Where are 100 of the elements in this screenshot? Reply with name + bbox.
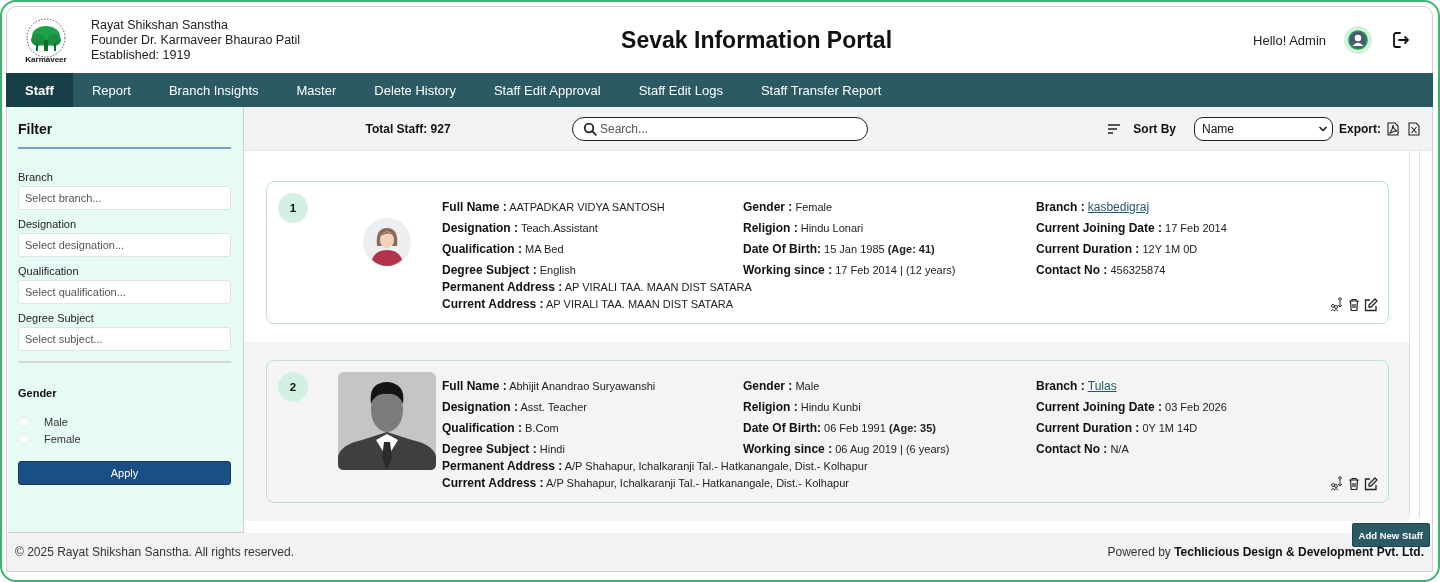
nav-tab[interactable]: Branch Insights — [149, 73, 278, 107]
field-label: Qualification : — [442, 421, 522, 435]
field-label: Branch : — [1036, 379, 1085, 393]
trash-icon[interactable] — [1348, 476, 1360, 491]
people-arrow-icon[interactable] — [1330, 476, 1344, 491]
field-value: Teach.Assistant — [520, 222, 598, 234]
field-value: Asst. Teacher — [520, 401, 587, 413]
field-label: Religion : — [743, 400, 798, 414]
field-label: Contact No : — [1036, 263, 1108, 277]
chevron-down-icon — [1318, 124, 1328, 133]
field-value: 12Y 1M 0D — [1142, 243, 1198, 255]
field-value: Female — [795, 201, 833, 213]
add-new-staff-button[interactable]: Add New Staff — [1351, 523, 1430, 547]
edit-icon[interactable] — [1364, 297, 1378, 312]
field-label: Branch — [18, 171, 54, 183]
gender-label: Gender — [18, 387, 58, 399]
field-label: Degree Subject : — [442, 263, 537, 277]
select-field[interactable]: Select branch... — [18, 186, 231, 210]
serial-number: 2 — [278, 372, 308, 402]
user-avatar-icon[interactable] — [1344, 26, 1372, 54]
filter-title: Filter — [18, 121, 231, 149]
field-label: Branch : — [1036, 200, 1085, 214]
field-value: 456325874 — [1110, 264, 1166, 276]
pdf-file-icon[interactable] — [1387, 121, 1399, 136]
search-icon — [583, 121, 597, 136]
field-value: 06 Aug 2019 | (6 years) — [835, 443, 950, 455]
field-label: Current Duration : — [1036, 421, 1140, 435]
field-label: Religion : — [743, 221, 798, 235]
field-value: Hindu Lonari — [800, 222, 864, 234]
apply-button[interactable]: Apply — [18, 461, 231, 485]
spreadsheet-file-icon[interactable] — [1408, 121, 1420, 136]
field-label: Current Address : — [442, 297, 544, 311]
founder-text: Founder Dr. Karmaveer Bhaurao Patil — [91, 32, 301, 48]
field-value: 0Y 1M 14D — [1142, 422, 1198, 434]
people-arrow-icon[interactable] — [1330, 297, 1344, 312]
field-label: Qualification — [18, 265, 80, 277]
edit-icon[interactable] — [1364, 476, 1378, 491]
field-label: Current Joining Date : — [1036, 400, 1162, 414]
field-value: AATPADKAR VIDYA SANTOSH — [509, 201, 665, 213]
field-value: A/P Shahapur, Ichalkaranji Tal.- Hatkanangale, Dist.- Kolhapur — [564, 460, 868, 472]
field-label: Full Name : — [442, 200, 507, 214]
field-label: Permanent Address : — [442, 459, 563, 473]
search-field[interactable]: Search... — [572, 116, 868, 141]
field-value: AP VIRALI TAA. MAAN DIST SATARA — [546, 298, 734, 310]
field-label: Current Address : — [442, 476, 544, 490]
nav-tab[interactable]: Report — [72, 73, 150, 107]
nav-tab[interactable]: Staff Edit Approval — [474, 73, 620, 107]
select-field[interactable]: Select qualification... — [18, 280, 231, 304]
sort-icon[interactable] — [1107, 122, 1122, 135]
radio-label: Male — [44, 415, 68, 428]
female-avatar-icon — [363, 218, 411, 266]
field-label: Current Joining Date : — [1036, 221, 1162, 235]
branch-link[interactable]: Tulas — [1087, 379, 1117, 393]
field-label: Full Name : — [442, 379, 507, 393]
nav-tab[interactable]: Master — [277, 73, 356, 107]
nav-tab[interactable]: Staff Edit Logs — [619, 73, 742, 107]
field-label: Gender : — [743, 379, 793, 393]
field-label: Date Of Birth: — [743, 242, 821, 256]
radio-label: Female — [44, 432, 81, 445]
field-label: Date Of Birth: — [743, 421, 821, 435]
select-field[interactable]: Select designation... — [18, 233, 231, 257]
field-value: 03 Feb 2026 — [1165, 401, 1227, 413]
nav-tab[interactable]: Staff Transfer Report — [741, 73, 901, 107]
serial-number: 1 — [278, 193, 308, 223]
portal-title: Sevak Information Portal — [621, 26, 893, 53]
copyright-text: © 2025 Rayat Shikshan Sanstha. All rights reserved. — [15, 545, 294, 559]
scrollbar[interactable] — [1409, 151, 1420, 517]
logo-caption: Karmaveer — [25, 55, 67, 64]
select-field[interactable]: Select subject... — [18, 327, 231, 351]
field-value: B.Com — [525, 422, 559, 434]
branch-link[interactable]: kasbedigraj — [1087, 200, 1150, 214]
field-value: Abhijit Anandrao Suryawanshi — [509, 380, 656, 392]
field-value: Hindu Kunbi — [800, 401, 861, 413]
field-value: 17 Feb 2014 — [1165, 222, 1227, 234]
field-label: Working since : — [743, 442, 833, 456]
trash-icon[interactable] — [1348, 297, 1360, 312]
field-label: Working since : — [743, 263, 833, 277]
field-value: MA Bed — [525, 243, 564, 255]
field-value: AP VIRALI TAA. MAAN DIST SATARA — [564, 281, 752, 293]
field-label: Designation : — [442, 400, 518, 414]
logout-icon[interactable] — [1392, 31, 1410, 49]
field-value: A/P Shahapur, Ichalkaranji Tal.- Hatkanangale, Dist.- Kolhapur — [546, 477, 849, 489]
field-label: Contact No : — [1036, 442, 1108, 456]
nav-tab[interactable]: Delete History — [355, 73, 475, 107]
field-label: Permanent Address : — [442, 280, 563, 294]
field-label: Current Duration : — [1036, 242, 1140, 256]
sort-label: Sort By — [1133, 121, 1176, 136]
field-label: Degree Subject : — [442, 442, 537, 456]
field-value: 17 Feb 2014 | (12 years) — [835, 264, 956, 276]
field-value: N/A — [1110, 443, 1129, 455]
nav-tab[interactable]: Staff — [6, 73, 73, 107]
field-label: Designation — [18, 218, 78, 230]
field-label: Gender : — [743, 200, 793, 214]
field-value: Hindi — [539, 443, 565, 455]
field-value: English — [539, 264, 576, 276]
field-value: 06 Feb 1991 (Age: 35) — [824, 422, 936, 434]
field-value: 15 Jan 1985 (Age: 41) — [824, 243, 935, 255]
sort-select[interactable]: Name — [1194, 116, 1333, 141]
powered-by-text: Powered by Techlicious Design & Development Pvt. Ltd. — [1107, 545, 1424, 559]
export-label: Export: — [1339, 121, 1381, 136]
